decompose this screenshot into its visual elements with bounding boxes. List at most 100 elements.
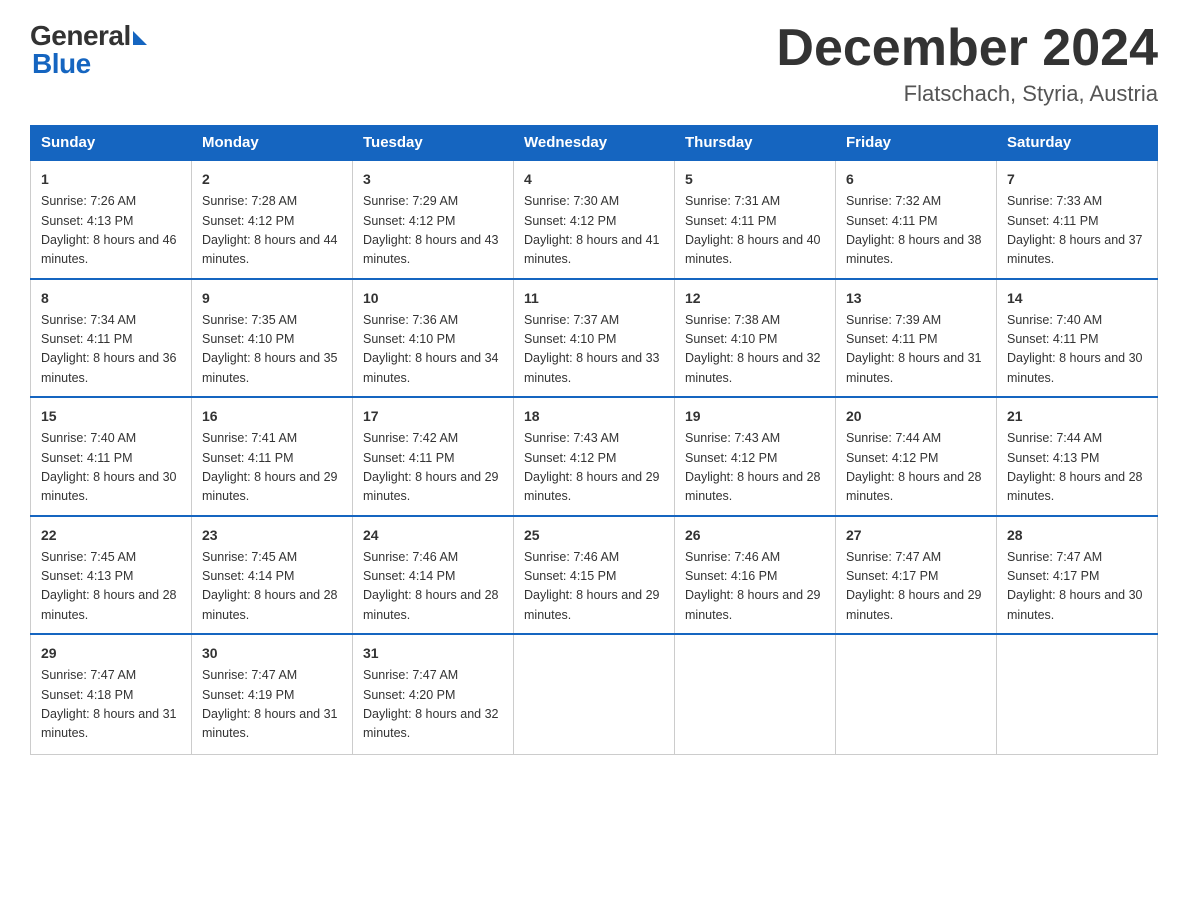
- weekday-header-wednesday: Wednesday: [514, 126, 675, 161]
- day-number: 15: [41, 406, 181, 427]
- calendar-day-cell: 2Sunrise: 7:28 AMSunset: 4:12 PMDaylight…: [192, 160, 353, 279]
- calendar-day-cell: 16 Sunrise: 7:41 AMSunset: 4:11 PMDayligh…: [192, 397, 353, 516]
- weekday-header-tuesday: Tuesday: [353, 126, 514, 161]
- calendar-day-cell: 18 Sunrise: 7:43 AMSunset: 4:12 PMDayligh…: [514, 397, 675, 516]
- day-info: Sunrise: 7:47 AMSunset: 4:17 PMDaylight:…: [846, 550, 982, 622]
- day-number: 4: [524, 169, 664, 190]
- day-number: 3: [363, 169, 503, 190]
- calendar-day-cell: 10 Sunrise: 7:36 AMSunset: 4:10 PMDayligh…: [353, 279, 514, 398]
- calendar-day-cell: 25 Sunrise: 7:46 AMSunset: 4:15 PMDayligh…: [514, 516, 675, 635]
- calendar-week-row: 22 Sunrise: 7:45 AMSunset: 4:13 PMDayligh…: [31, 516, 1158, 635]
- weekday-header-monday: Monday: [192, 126, 353, 161]
- day-number: 26: [685, 525, 825, 546]
- day-number: 1: [41, 169, 181, 190]
- calendar-day-cell: 26 Sunrise: 7:46 AMSunset: 4:16 PMDayligh…: [675, 516, 836, 635]
- calendar-day-cell: 8Sunrise: 7:34 AMSunset: 4:11 PMDaylight…: [31, 279, 192, 398]
- weekday-header-saturday: Saturday: [997, 126, 1158, 161]
- day-info: Sunrise: 7:45 AMSunset: 4:13 PMDaylight:…: [41, 550, 177, 622]
- calendar-day-cell: 14 Sunrise: 7:40 AMSunset: 4:11 PMDayligh…: [997, 279, 1158, 398]
- day-info: Sunrise: 7:45 AMSunset: 4:14 PMDaylight:…: [202, 550, 338, 622]
- day-info: Sunrise: 7:33 AMSunset: 4:11 PMDaylight:…: [1007, 194, 1143, 266]
- day-info: Sunrise: 7:35 AMSunset: 4:10 PMDaylight:…: [202, 313, 338, 385]
- day-info: Sunrise: 7:43 AMSunset: 4:12 PMDaylight:…: [524, 431, 660, 503]
- calendar-table: SundayMondayTuesdayWednesdayThursdayFrid…: [30, 125, 1158, 755]
- day-info: Sunrise: 7:37 AMSunset: 4:10 PMDaylight:…: [524, 313, 660, 385]
- day-info: Sunrise: 7:32 AMSunset: 4:11 PMDaylight:…: [846, 194, 982, 266]
- day-info: Sunrise: 7:46 AMSunset: 4:15 PMDaylight:…: [524, 550, 660, 622]
- day-info: Sunrise: 7:47 AMSunset: 4:20 PMDaylight:…: [363, 668, 499, 740]
- calendar-day-cell: 15Sunrise: 7:40 AMSunset: 4:11 PMDayligh…: [31, 397, 192, 516]
- day-number: 13: [846, 288, 986, 309]
- calendar-week-row: 8Sunrise: 7:34 AMSunset: 4:11 PMDaylight…: [31, 279, 1158, 398]
- day-number: 7: [1007, 169, 1147, 190]
- calendar-header: SundayMondayTuesdayWednesdayThursdayFrid…: [31, 126, 1158, 161]
- day-number: 10: [363, 288, 503, 309]
- calendar-day-cell: 27 Sunrise: 7:47 AMSunset: 4:17 PMDayligh…: [836, 516, 997, 635]
- day-info: Sunrise: 7:46 AMSunset: 4:14 PMDaylight:…: [363, 550, 499, 622]
- calendar-day-cell: 1 Sunrise: 7:26 AMSunset: 4:13 PMDaylight…: [31, 160, 192, 279]
- calendar-day-cell: [675, 634, 836, 754]
- calendar-day-cell: [836, 634, 997, 754]
- calendar-day-cell: 30 Sunrise: 7:47 AMSunset: 4:19 PMDayligh…: [192, 634, 353, 754]
- day-number: 23: [202, 525, 342, 546]
- day-info: Sunrise: 7:26 AMSunset: 4:13 PMDaylight:…: [41, 194, 177, 266]
- day-info: Sunrise: 7:46 AMSunset: 4:16 PMDaylight:…: [685, 550, 821, 622]
- day-number: 28: [1007, 525, 1147, 546]
- location-subtitle: Flatschach, Styria, Austria: [776, 81, 1158, 107]
- title-block: December 2024 Flatschach, Styria, Austri…: [776, 20, 1158, 107]
- calendar-day-cell: 11 Sunrise: 7:37 AMSunset: 4:10 PMDayligh…: [514, 279, 675, 398]
- calendar-day-cell: 17Sunrise: 7:42 AMSunset: 4:11 PMDayligh…: [353, 397, 514, 516]
- day-info: Sunrise: 7:39 AMSunset: 4:11 PMDaylight:…: [846, 313, 982, 385]
- day-info: Sunrise: 7:34 AMSunset: 4:11 PMDaylight:…: [41, 313, 177, 385]
- calendar-day-cell: 4 Sunrise: 7:30 AMSunset: 4:12 PMDaylight…: [514, 160, 675, 279]
- calendar-day-cell: 23 Sunrise: 7:45 AMSunset: 4:14 PMDayligh…: [192, 516, 353, 635]
- calendar-day-cell: 6 Sunrise: 7:32 AMSunset: 4:11 PMDaylight…: [836, 160, 997, 279]
- day-number: 6: [846, 169, 986, 190]
- day-number: 9: [202, 288, 342, 309]
- calendar-day-cell: 29Sunrise: 7:47 AMSunset: 4:18 PMDayligh…: [31, 634, 192, 754]
- calendar-day-cell: 31 Sunrise: 7:47 AMSunset: 4:20 PMDayligh…: [353, 634, 514, 754]
- day-number: 19: [685, 406, 825, 427]
- day-number: 12: [685, 288, 825, 309]
- day-info: Sunrise: 7:47 AMSunset: 4:19 PMDaylight:…: [202, 668, 338, 740]
- calendar-day-cell: 24 Sunrise: 7:46 AMSunset: 4:14 PMDayligh…: [353, 516, 514, 635]
- day-number: 11: [524, 288, 664, 309]
- calendar-day-cell: 22 Sunrise: 7:45 AMSunset: 4:13 PMDayligh…: [31, 516, 192, 635]
- calendar-day-cell: 13 Sunrise: 7:39 AMSunset: 4:11 PMDayligh…: [836, 279, 997, 398]
- day-number: 31: [363, 643, 503, 664]
- day-info: Sunrise: 7:30 AMSunset: 4:12 PMDaylight:…: [524, 194, 660, 266]
- day-number: 5: [685, 169, 825, 190]
- logo-triangle-icon: [133, 31, 147, 45]
- calendar-day-cell: 21Sunrise: 7:44 AMSunset: 4:13 PMDayligh…: [997, 397, 1158, 516]
- weekday-header-sunday: Sunday: [31, 126, 192, 161]
- day-info: Sunrise: 7:42 AMSunset: 4:11 PMDaylight:…: [363, 431, 499, 503]
- day-info: Sunrise: 7:41 AMSunset: 4:11 PMDaylight:…: [202, 431, 338, 503]
- calendar-day-cell: [997, 634, 1158, 754]
- day-info: Sunrise: 7:40 AMSunset: 4:11 PMDaylight:…: [1007, 313, 1143, 385]
- day-number: 20: [846, 406, 986, 427]
- calendar-day-cell: 19 Sunrise: 7:43 AMSunset: 4:12 PMDayligh…: [675, 397, 836, 516]
- day-info: Sunrise: 7:43 AMSunset: 4:12 PMDaylight:…: [685, 431, 821, 503]
- month-year-title: December 2024: [776, 20, 1158, 77]
- logo: General Blue: [30, 20, 147, 80]
- day-info: Sunrise: 7:36 AMSunset: 4:10 PMDaylight:…: [363, 313, 499, 385]
- day-number: 30: [202, 643, 342, 664]
- day-number: 18: [524, 406, 664, 427]
- weekday-header-row: SundayMondayTuesdayWednesdayThursdayFrid…: [31, 126, 1158, 161]
- weekday-header-thursday: Thursday: [675, 126, 836, 161]
- day-number: 27: [846, 525, 986, 546]
- calendar-day-cell: 28 Sunrise: 7:47 AMSunset: 4:17 PMDayligh…: [997, 516, 1158, 635]
- day-number: 25: [524, 525, 664, 546]
- day-info: Sunrise: 7:38 AMSunset: 4:10 PMDaylight:…: [685, 313, 821, 385]
- day-number: 14: [1007, 288, 1147, 309]
- day-info: Sunrise: 7:31 AMSunset: 4:11 PMDaylight:…: [685, 194, 821, 266]
- calendar-day-cell: [514, 634, 675, 754]
- day-info: Sunrise: 7:29 AMSunset: 4:12 PMDaylight:…: [363, 194, 499, 266]
- day-number: 22: [41, 525, 181, 546]
- day-info: Sunrise: 7:47 AMSunset: 4:17 PMDaylight:…: [1007, 550, 1143, 622]
- day-number: 2: [202, 169, 342, 190]
- day-number: 24: [363, 525, 503, 546]
- day-info: Sunrise: 7:44 AMSunset: 4:13 PMDaylight:…: [1007, 431, 1143, 503]
- day-number: 16: [202, 406, 342, 427]
- day-info: Sunrise: 7:44 AMSunset: 4:12 PMDaylight:…: [846, 431, 982, 503]
